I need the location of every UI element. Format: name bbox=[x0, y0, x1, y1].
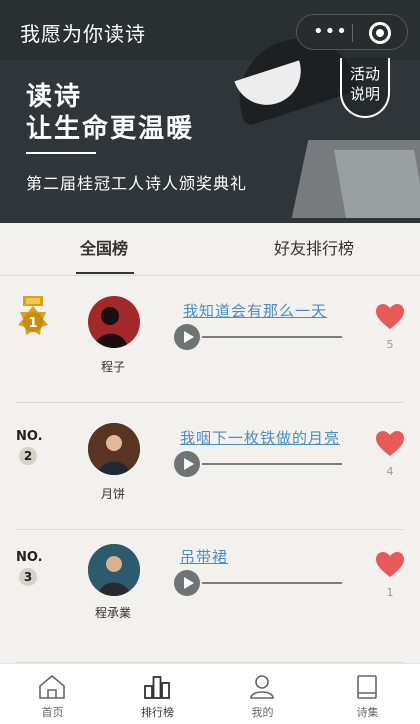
tab-national[interactable]: 全国榜 bbox=[80, 235, 128, 259]
audio-progress-track[interactable] bbox=[202, 582, 342, 584]
nav-home[interactable]: 首页 bbox=[0, 664, 105, 724]
activity-info-button[interactable]: 活动 说明 bbox=[340, 58, 390, 118]
nav-ranking-label: 排行榜 bbox=[141, 706, 174, 719]
slogan-divider bbox=[26, 152, 96, 154]
rank-number: 1 bbox=[28, 316, 37, 331]
avatar[interactable] bbox=[88, 296, 140, 348]
nav-ranking[interactable]: 排行榜 bbox=[105, 664, 210, 724]
avatar[interactable] bbox=[88, 423, 140, 475]
rank-label: NO. bbox=[16, 550, 43, 565]
ranking-icon bbox=[144, 676, 170, 699]
avatar[interactable] bbox=[88, 544, 140, 596]
nav-home-label: 首页 bbox=[41, 706, 64, 719]
like-count: 5 bbox=[386, 338, 394, 351]
slogan-line2: 让生命更温暖 bbox=[26, 114, 195, 144]
like-count: 1 bbox=[386, 586, 394, 599]
bottom-navigation: 首页 排行榜 我的 诗集 bbox=[0, 663, 420, 724]
play-icon[interactable] bbox=[174, 451, 200, 477]
nav-profile-label: 我的 bbox=[251, 706, 274, 719]
ranking-tabs: 全国榜 好友排行榜 bbox=[0, 223, 420, 276]
user-name: 程子 bbox=[100, 360, 125, 374]
nav-poetry-label: 诗集 bbox=[356, 706, 379, 719]
heart-icon[interactable] bbox=[376, 552, 404, 578]
capsule-divider bbox=[352, 24, 353, 42]
app-title: 我愿为你读诗 bbox=[20, 22, 146, 46]
tab-friends[interactable]: 好友排行榜 bbox=[274, 235, 354, 259]
rank-number: 2 bbox=[19, 447, 37, 465]
heart-icon[interactable] bbox=[376, 304, 404, 330]
book-page-illustration bbox=[334, 150, 420, 218]
ranking-row: NO. 3 程承業 吊带裙 1 bbox=[0, 530, 420, 663]
event-subtitle: 第二届桂冠工人诗人颁奖典礼 bbox=[26, 174, 248, 193]
heart-icon[interactable] bbox=[376, 431, 404, 457]
mini-program-capsule: ••• bbox=[296, 14, 408, 50]
ranking-row: 1 程子 我知道会有那么一天 5 bbox=[0, 276, 420, 403]
like-count: 4 bbox=[386, 465, 394, 478]
play-icon[interactable] bbox=[174, 570, 200, 596]
poem-title-link[interactable]: 我知道会有那么一天 bbox=[183, 300, 327, 321]
ranking-row: NO. 2 月饼 我咽下一枚铁做的月亮 4 bbox=[0, 403, 420, 530]
more-menu-button[interactable]: ••• bbox=[313, 23, 348, 41]
nav-poetry[interactable]: 诗集 bbox=[315, 664, 420, 724]
book-icon bbox=[357, 675, 377, 699]
profile-icon bbox=[250, 675, 274, 699]
user-name: 程承業 bbox=[94, 606, 131, 620]
activity-label-line1: 活动 bbox=[349, 65, 380, 83]
active-tab-indicator bbox=[76, 272, 134, 274]
audio-progress-track[interactable] bbox=[202, 336, 342, 338]
audio-progress-track[interactable] bbox=[202, 463, 342, 465]
poem-title-link[interactable]: 我咽下一枚铁做的月亮 bbox=[180, 427, 340, 448]
nav-profile[interactable]: 我的 bbox=[210, 664, 315, 724]
close-mini-program-icon[interactable] bbox=[369, 22, 391, 44]
banner: 我愿为你读诗 ••• 活动 说明 读诗 让生命更温暖 第二届桂冠工人诗人颁奖典礼 bbox=[0, 0, 420, 223]
rank-number: 3 bbox=[19, 568, 37, 586]
poem-title-link[interactable]: 吊带裙 bbox=[180, 546, 228, 567]
gold-medal-icon: 1 bbox=[18, 296, 48, 335]
home-icon bbox=[39, 674, 65, 699]
rank-label: NO. bbox=[16, 429, 43, 444]
play-icon[interactable] bbox=[174, 324, 200, 350]
user-name: 月饼 bbox=[100, 487, 125, 501]
activity-label-line2: 说明 bbox=[349, 85, 380, 103]
